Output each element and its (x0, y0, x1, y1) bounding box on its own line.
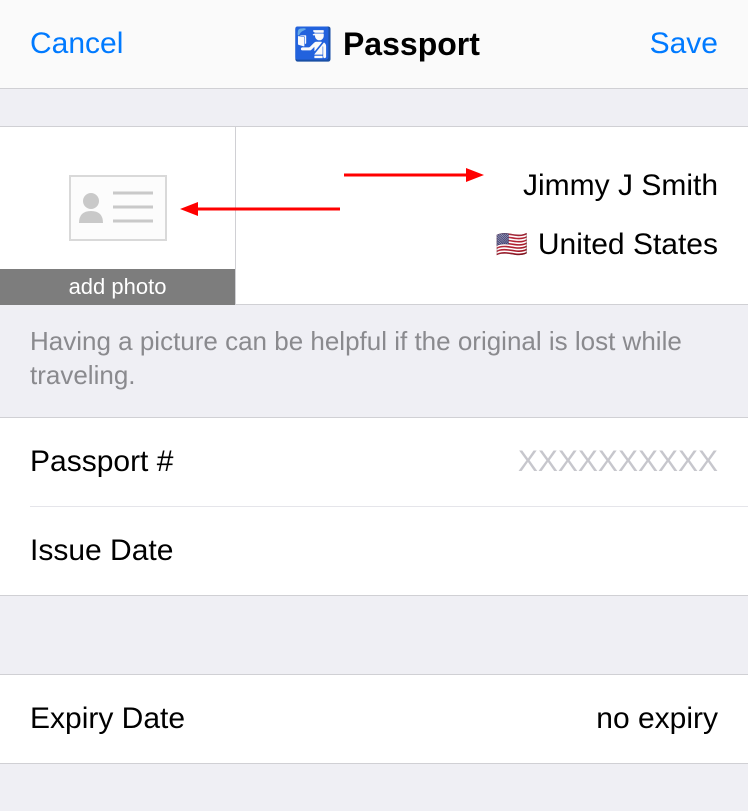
spacer (0, 764, 748, 792)
identity-info: Jimmy J Smith 🇺🇸 United States (236, 127, 748, 304)
page-title: 🛂 Passport (293, 25, 480, 63)
passport-number-placeholder: XXXXXXXXXX (518, 445, 718, 479)
flag-icon: 🇺🇸 (496, 229, 528, 260)
passport-number-row[interactable]: Passport # XXXXXXXXXX (0, 418, 748, 506)
passport-fields-section: Passport # XXXXXXXXXX Issue Date (0, 417, 748, 596)
title-text: Passport (343, 26, 480, 63)
passport-icon: 🛂 (293, 25, 333, 63)
country-text: United States (538, 228, 718, 262)
expiry-date-row[interactable]: Expiry Date no expiry (0, 675, 748, 763)
expiry-date-value: no expiry (596, 702, 718, 736)
helper-text: Having a picture can be helpful if the o… (0, 305, 748, 417)
expiry-date-label: Expiry Date (30, 702, 185, 736)
issue-date-label: Issue Date (30, 534, 173, 568)
header-bar: Cancel 🛂 Passport Save (0, 0, 748, 89)
spacer (0, 596, 748, 674)
spacer (0, 89, 748, 127)
add-photo-label: add photo (0, 269, 235, 305)
passport-number-label: Passport # (30, 445, 173, 479)
cancel-button[interactable]: Cancel (30, 27, 123, 61)
id-card-icon (69, 175, 167, 246)
save-button[interactable]: Save (650, 27, 718, 61)
photo-identity-section: add photo Jimmy J Smith 🇺🇸 United States (0, 127, 748, 305)
issue-date-row[interactable]: Issue Date (0, 507, 748, 595)
expiry-section: Expiry Date no expiry (0, 674, 748, 764)
annotation-arrow-right-icon (344, 165, 484, 185)
annotation-arrow-left-icon (180, 199, 340, 219)
country-field[interactable]: 🇺🇸 United States (236, 228, 718, 262)
